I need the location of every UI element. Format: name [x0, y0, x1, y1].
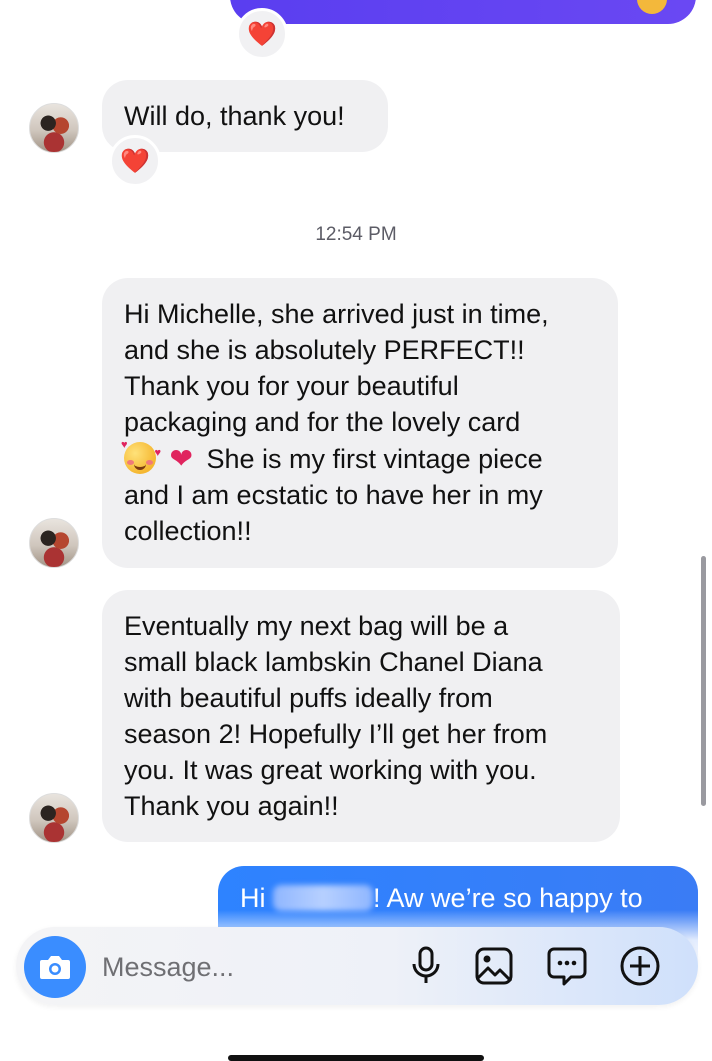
message-text: Hi Michelle, she arrived just in time, a…	[124, 299, 549, 437]
gallery-button[interactable]	[472, 944, 516, 988]
add-button[interactable]	[618, 944, 662, 988]
heart-icon: ❤	[169, 443, 193, 474]
incoming-message-bubble[interactable]: Eventually my next bag will be a small b…	[102, 590, 620, 842]
message-input[interactable]	[102, 947, 392, 987]
camera-icon	[40, 956, 70, 979]
heart-reaction[interactable]: ❤️	[236, 8, 288, 60]
message-text: Will do, thank you!	[124, 101, 345, 131]
scrollbar[interactable]	[701, 556, 706, 806]
smiling-face-with-hearts-icon: ♥ ♥	[121, 440, 161, 474]
add-icon	[620, 946, 660, 986]
home-indicator	[228, 1055, 484, 1061]
avatar[interactable]	[29, 793, 79, 843]
avatar[interactable]	[29, 518, 79, 568]
message-text: She is my first vintage piece	[206, 444, 543, 474]
camera-button[interactable]	[24, 936, 86, 998]
outgoing-message-bubble[interactable]	[230, 0, 696, 24]
avatar[interactable]	[29, 103, 79, 153]
timestamp: 12:54 PM	[315, 224, 397, 245]
heart-icon: ❤️	[120, 147, 150, 175]
heart-icon: ❤️	[247, 20, 277, 48]
message-text: and I am ecstatic to have her in my coll…	[124, 480, 543, 546]
gallery-icon	[475, 947, 513, 985]
microphone-button[interactable]	[404, 944, 448, 988]
redacted-name	[273, 885, 374, 911]
sticker-button[interactable]	[545, 944, 589, 988]
sticker-icon	[547, 947, 587, 986]
microphone-icon	[412, 946, 440, 983]
incoming-message-bubble[interactable]: Hi Michelle, she arrived just in time, a…	[102, 278, 618, 568]
message-text: Eventually my next bag will be a small b…	[124, 611, 548, 821]
heart-reaction[interactable]: ❤️	[109, 135, 161, 187]
